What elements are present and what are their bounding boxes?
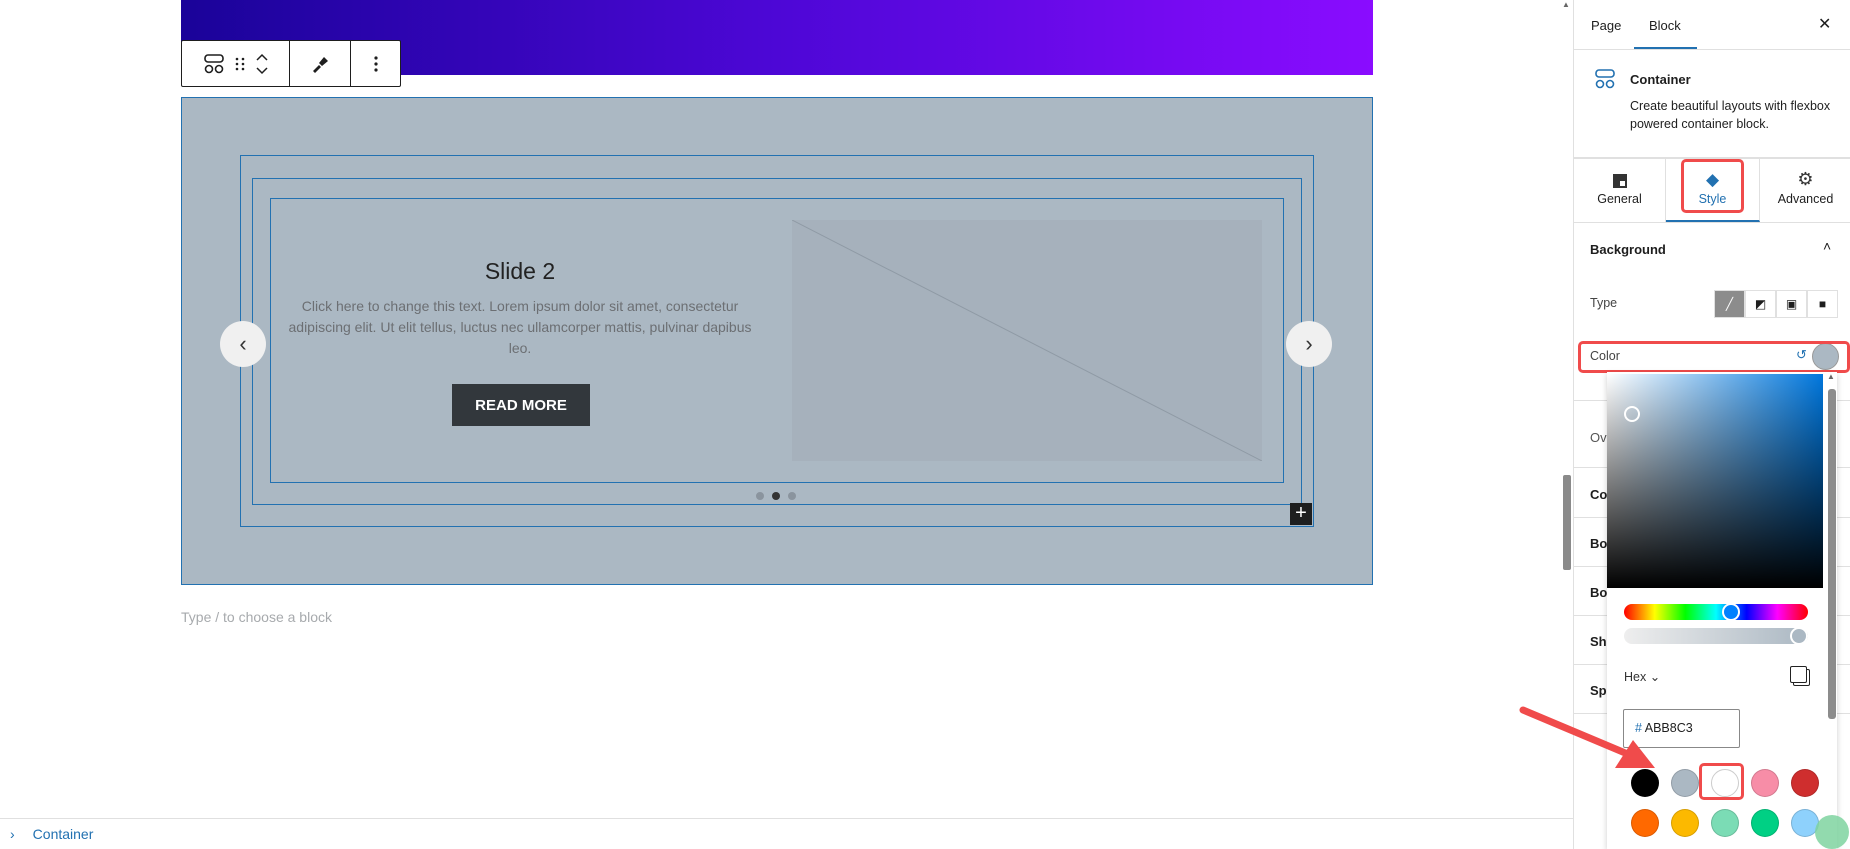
slider-dot[interactable] — [756, 492, 764, 500]
drag-handle-icon[interactable] — [235, 55, 245, 73]
chevron-left-icon: ‹ — [239, 331, 247, 356]
annotation-highlight — [1699, 763, 1744, 800]
tab-advanced[interactable]: ⚙ Advanced — [1760, 159, 1850, 222]
annotation-highlight — [1681, 159, 1744, 213]
editor-scrollbar[interactable]: ▲ — [1562, 0, 1572, 818]
tab-general[interactable]: General — [1574, 159, 1666, 222]
slider-dot[interactable] — [788, 492, 796, 500]
color-swatch[interactable] — [1711, 809, 1739, 837]
gradient-icon[interactable]: ◩ — [1745, 290, 1776, 318]
gear-icon: ⚙ — [1797, 169, 1814, 189]
slide-body-text[interactable]: Click here to change this text. Lorem ip… — [285, 296, 755, 359]
block-placeholder[interactable]: Type / to choose a block — [181, 609, 332, 625]
add-block-button[interactable]: + — [1290, 503, 1312, 525]
saturation-area[interactable] — [1607, 374, 1823, 588]
chevron-down-icon: ⌄ — [1649, 670, 1661, 684]
block-breadcrumb: › Container — [0, 818, 1573, 849]
color-swatch[interactable] — [1671, 769, 1699, 797]
chevron-right-icon: › — [1305, 331, 1313, 356]
slider-next-button[interactable]: › — [1286, 321, 1332, 367]
breadcrumb-container[interactable]: Container — [33, 826, 94, 842]
close-icon[interactable]: ✕ — [1818, 14, 1831, 34]
annotation-highlight — [1578, 341, 1850, 373]
section-border[interactable]: Bo — [1590, 536, 1607, 551]
alpha-slider[interactable] — [1624, 627, 1808, 645]
slider-prev-button[interactable]: ‹ — [220, 321, 266, 367]
block-name: Container — [1630, 72, 1691, 87]
annotation-arrow-icon — [1519, 706, 1655, 768]
placeholder-diagonal-icon — [791, 219, 1263, 462]
slider-dot-active[interactable] — [772, 492, 780, 500]
section-shape[interactable]: Sh — [1590, 634, 1607, 649]
color-swatch[interactable] — [1751, 769, 1779, 797]
color-swatch[interactable] — [1791, 769, 1819, 797]
general-icon — [1612, 174, 1627, 188]
type-label: Type — [1590, 296, 1618, 310]
format-select[interactable]: Hex ⌄ — [1624, 669, 1660, 684]
more-vertical-icon[interactable] — [373, 55, 379, 73]
copy-icon[interactable] — [1790, 666, 1807, 683]
section-box-shadow[interactable]: Bo — [1590, 585, 1607, 600]
slide-title[interactable]: Slide 2 — [280, 258, 760, 285]
color-swatch[interactable] — [1671, 809, 1699, 837]
tab-page[interactable]: Page — [1591, 18, 1621, 33]
paintbrush-icon[interactable] — [310, 54, 330, 74]
chevron-right-icon: › — [10, 826, 15, 842]
color-swatch[interactable] — [1631, 809, 1659, 837]
section-overlay[interactable]: Ov — [1590, 430, 1607, 445]
hue-slider[interactable] — [1624, 603, 1808, 621]
paintbrush-icon[interactable]: ╱ — [1714, 290, 1745, 318]
image-icon[interactable]: ▣ — [1776, 290, 1807, 318]
image-placeholder[interactable] — [791, 219, 1263, 462]
move-up-down-icon[interactable] — [255, 52, 269, 76]
video-icon[interactable]: ■ — [1807, 290, 1838, 318]
container-icon[interactable] — [203, 53, 225, 75]
picker-scrollbar[interactable]: ▲ — [1827, 372, 1837, 849]
tab-block[interactable]: Block — [1649, 18, 1681, 33]
background-type-group: ╱ ◩ ▣ ■ — [1714, 290, 1838, 318]
assistant-logo-icon[interactable] — [1815, 815, 1849, 849]
chevron-up-icon[interactable]: ˄ — [1823, 238, 1831, 254]
block-toolbar — [181, 40, 401, 87]
container-icon — [1595, 69, 1615, 89]
section-spacing[interactable]: Sp — [1590, 683, 1607, 698]
background-section-title[interactable]: Background — [1590, 242, 1666, 257]
color-swatch[interactable] — [1751, 809, 1779, 837]
block-description: Create beautiful layouts with flexbox po… — [1630, 99, 1831, 131]
section-container[interactable]: Co — [1590, 487, 1607, 502]
read-more-button[interactable]: READ MORE — [452, 384, 590, 426]
